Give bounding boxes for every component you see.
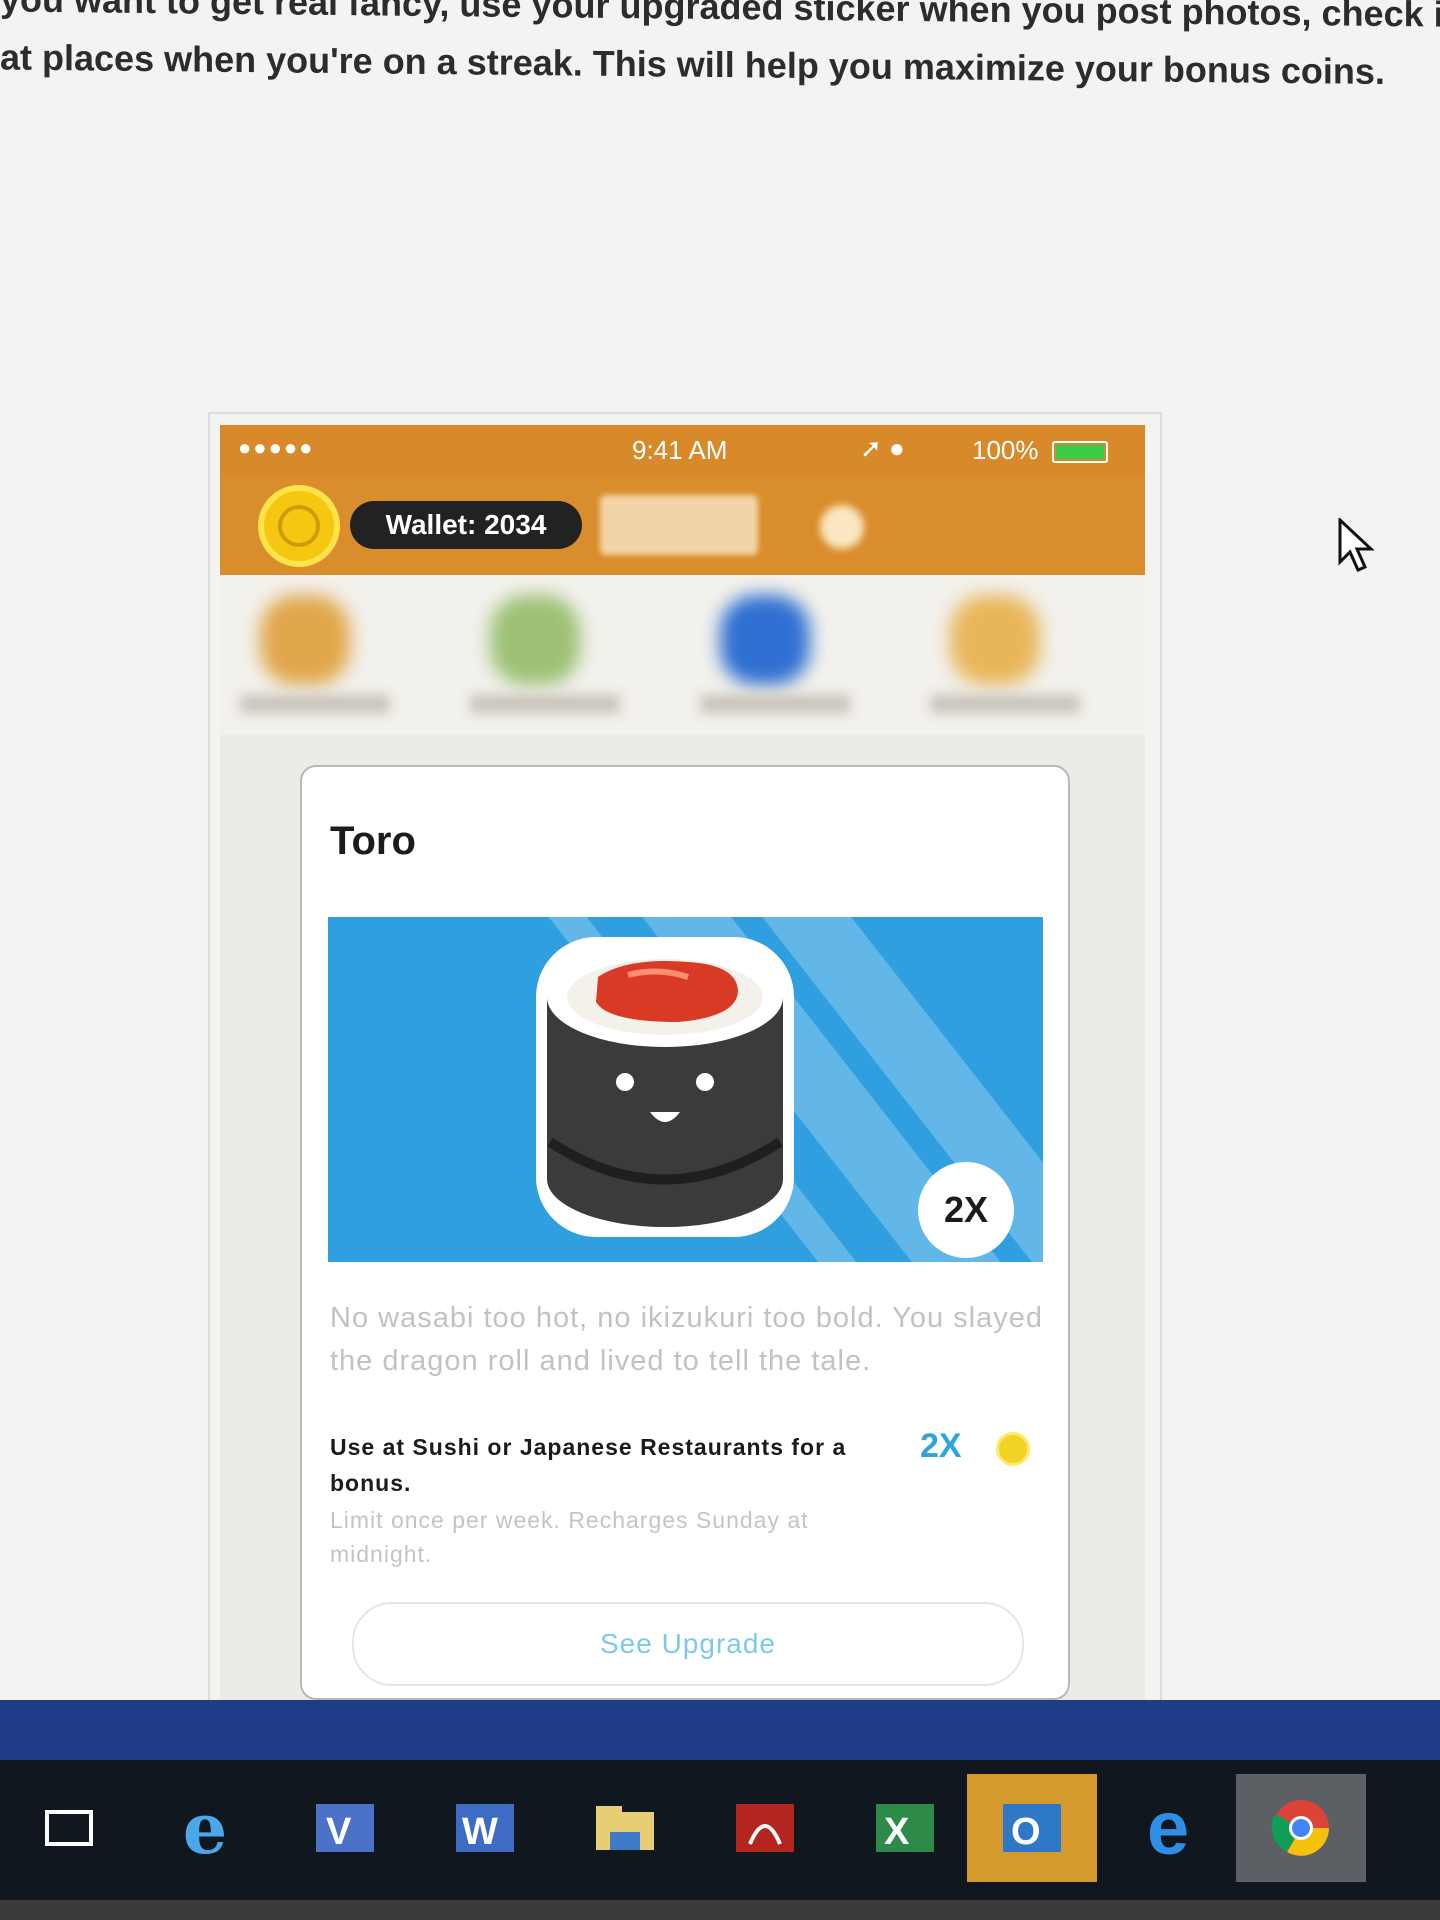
card-title: Toro [330,819,416,863]
sticker-description: No wasabi too hot, no ikizukuri too bold… [330,1302,1043,1377]
svg-text:V: V [326,1811,352,1853]
acrobat-icon[interactable] [710,1778,820,1878]
word-icon[interactable]: W [430,1778,540,1878]
battery-percent: 100% [972,435,1039,465]
coin-icon[interactable] [258,485,340,567]
taskbar: e V W X O e [0,1760,1440,1900]
blurred-category-label [930,695,1080,713]
chrome-icon[interactable] [1236,1774,1366,1882]
see-upgrade-button[interactable]: See Upgrade [352,1602,1024,1686]
bonus-multiplier: 2X [920,1427,962,1465]
visio-icon[interactable]: V [290,1778,400,1878]
status-time: 9:41 AM [632,435,728,465]
coin-icon [996,1432,1030,1466]
signal-icon: ●●●●● [238,435,315,460]
blurred-category-label [470,695,620,713]
battery-icon [1052,441,1108,463]
blurred-category-icon [260,595,350,685]
svg-text:X: X [884,1811,910,1853]
edge-icon[interactable]: e [1113,1778,1223,1878]
sticker-image: 2X [328,917,1043,1262]
phone-screenshot: ●●●●● 9:41 AM ➚ ● 100% Wallet: 2034 Toro [220,425,1145,1700]
blurred-category-icon [490,595,580,685]
blurred-category-icon [950,595,1040,685]
blurred-category-label [700,695,850,713]
file-explorer-icon[interactable] [570,1778,680,1878]
blurred-category-icon [720,595,810,685]
status-bar: ●●●●● 9:41 AM ➚ ● 100% [220,425,1145,475]
internet-explorer-icon[interactable]: e [150,1778,260,1878]
wallet-pill[interactable]: Wallet: 2034 [350,501,582,549]
blurred-category-row [220,575,1145,735]
outlook-icon[interactable]: O [967,1774,1097,1882]
monitor-bezel [0,1900,1440,1920]
app-header: Wallet: 2034 [220,475,1145,575]
multiplier-badge: 2X [918,1162,1014,1258]
blurred-category-label [240,695,390,713]
location-icon: ➚ ● [860,433,905,463]
blurred-icon [820,505,864,549]
task-view-icon[interactable] [14,1778,124,1878]
svg-text:O: O [1011,1811,1041,1853]
sticker-card: Toro 2X No wasabi too hot, no ikizukuri … [300,765,1070,1700]
mouse-pointer-icon [1338,518,1374,572]
excel-icon[interactable]: X [850,1778,960,1878]
limit-note: Limit once per week. Recharges Sunday at… [330,1507,809,1567]
blurred-tab [600,495,758,555]
bonus-condition: Use at Sushi or Japanese Restaurants for… [330,1434,847,1496]
svg-text:W: W [462,1811,498,1853]
window-bottom-border [0,1700,1440,1760]
article-text: you want to get real fancy, use your upg… [0,0,1440,102]
